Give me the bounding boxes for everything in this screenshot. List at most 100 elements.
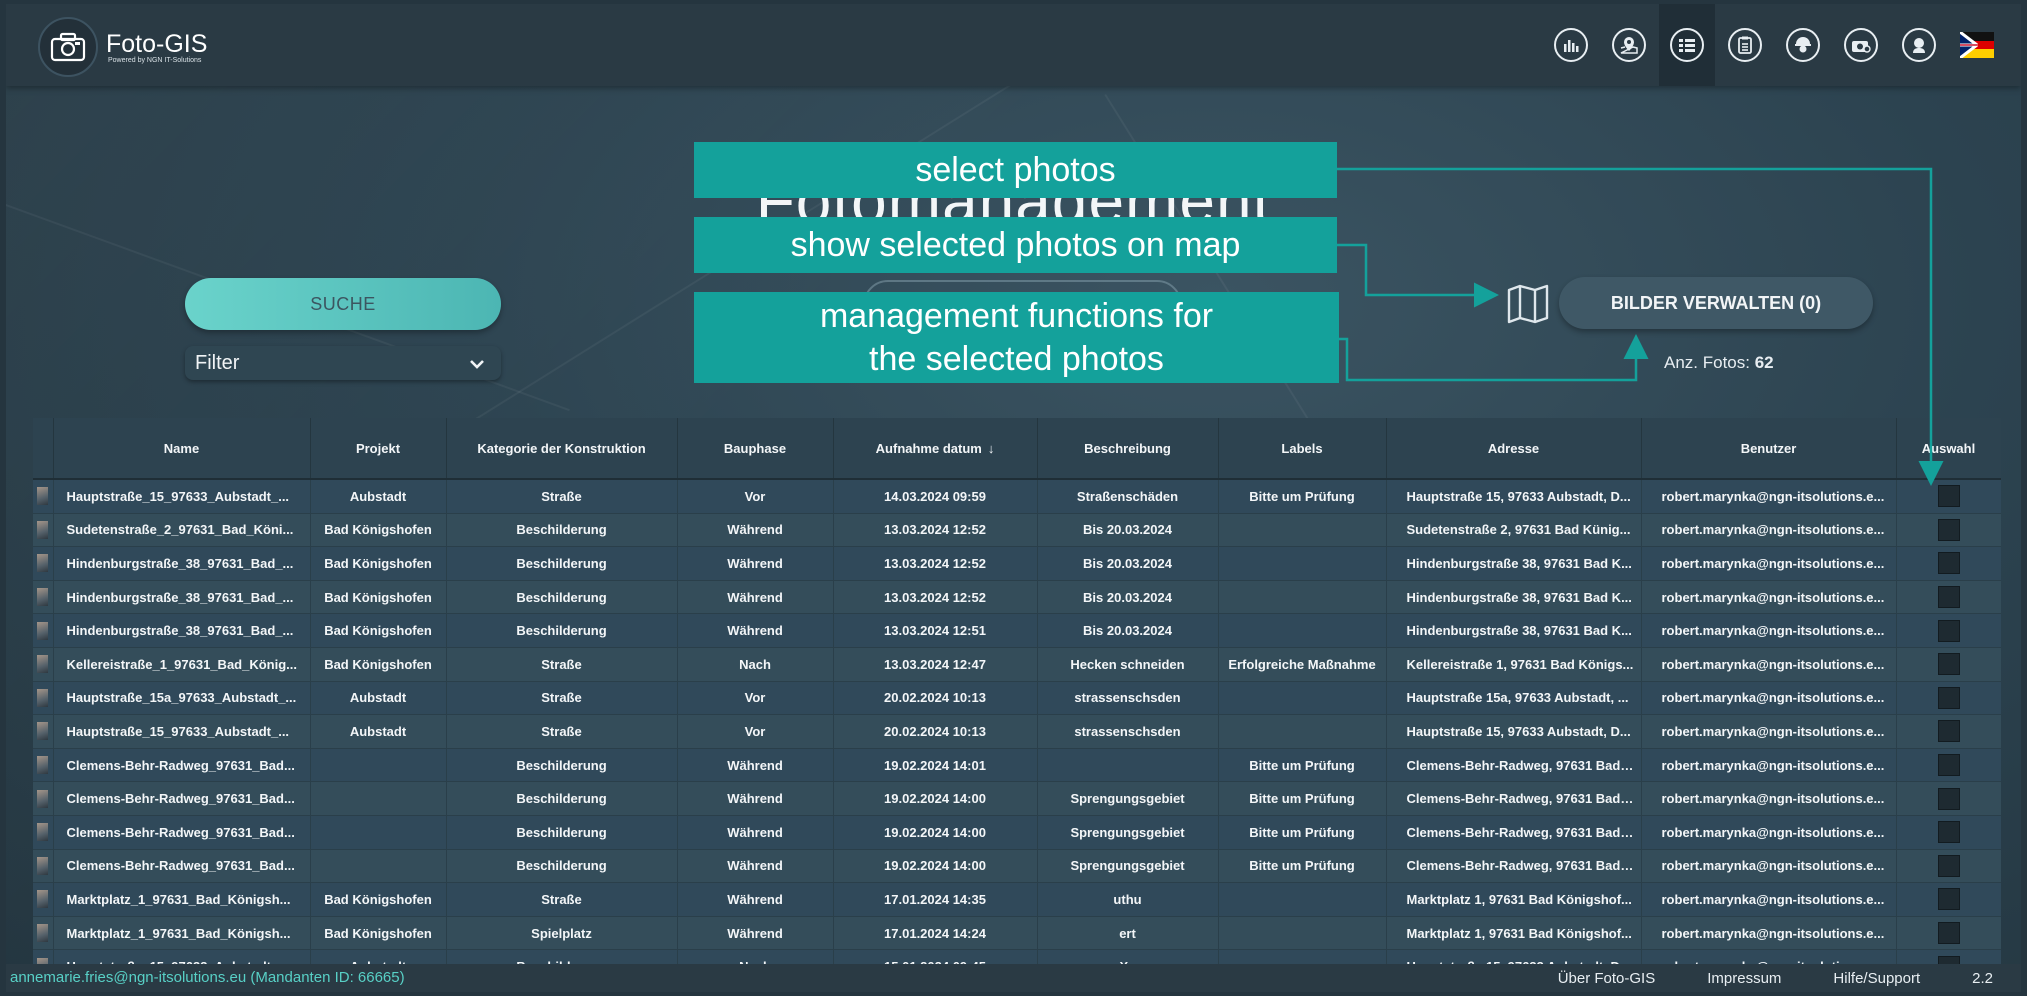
- cell-project: Bad Königshofen: [310, 916, 447, 951]
- select-checkbox[interactable]: [1937, 552, 1960, 575]
- cell-thumbnail[interactable]: [33, 882, 54, 917]
- cell-description: Sprengungsgebiet: [1037, 781, 1219, 816]
- cell-thumbnail[interactable]: [33, 513, 54, 548]
- manage-photos-button[interactable]: BILDER VERWALTEN (0): [1559, 277, 1873, 329]
- cell-thumbnail[interactable]: [33, 479, 54, 514]
- photo-thumbnail[interactable]: [37, 823, 49, 842]
- table-row[interactable]: Hindenburgstraße_38_97631_Bad_... Bad Kön…: [33, 613, 2001, 648]
- column-header-name[interactable]: Name: [53, 418, 311, 480]
- select-checkbox[interactable]: [1937, 888, 1960, 911]
- photo-thumbnail[interactable]: [37, 554, 49, 573]
- table-row[interactable]: Marktplatz_1_97631_Bad_Königsh... Bad Kön…: [33, 916, 2001, 951]
- table-row[interactable]: Clemens-Behr-Radweg_97631_Bad... Beschild…: [33, 849, 2001, 884]
- table-row[interactable]: Hauptstraße_15_97633_Aubstadt_...Aubstad…: [33, 479, 2001, 514]
- column-header-description[interactable]: Beschreibung: [1037, 418, 1219, 480]
- cell-phase: Während: [677, 513, 834, 548]
- select-checkbox[interactable]: [1937, 485, 1960, 508]
- cell-project: Bad Königshofen: [310, 647, 447, 682]
- select-checkbox[interactable]: [1937, 619, 1960, 642]
- cell-labels: [1218, 681, 1387, 716]
- cell-project: Bad Königshofen: [310, 580, 447, 615]
- select-checkbox[interactable]: [1937, 787, 1960, 810]
- select-checkbox[interactable]: [1937, 653, 1960, 676]
- cell-user: robert.marynka@ngn-itsolutions.e...: [1641, 546, 1897, 581]
- photo-thumbnail[interactable]: [37, 688, 49, 707]
- photo-thumbnail[interactable]: [37, 756, 49, 775]
- table-row[interactable]: Hindenburgstraße_38_97631_Bad_... Bad Kön…: [33, 546, 2001, 581]
- nav-reports[interactable]: [1717, 4, 1773, 86]
- cell-thumbnail[interactable]: [33, 613, 54, 648]
- table-row[interactable]: Sudetenstraße_2_97631_Bad_Köni... Bad Kön…: [33, 513, 2001, 548]
- cell-thumbnail[interactable]: [33, 781, 54, 816]
- column-header-category[interactable]: Kategorie der Konstruktion: [446, 418, 678, 480]
- cell-description: Straßenschäden: [1037, 479, 1219, 514]
- cell-category: Beschilderung: [446, 580, 678, 615]
- nav-user-profile[interactable]: [1891, 4, 1947, 86]
- cell-thumbnail[interactable]: [33, 546, 54, 581]
- footer-link-about[interactable]: Über Foto-GIS: [1558, 970, 1656, 987]
- table-row[interactable]: Hauptstraße_15_97633_Aubstadt_...Aubstad…: [33, 714, 2001, 749]
- nav-language[interactable]: [1949, 4, 2005, 86]
- photo-thumbnail[interactable]: [37, 924, 49, 943]
- photo-thumbnail[interactable]: [37, 621, 49, 640]
- cell-name: Hauptstraße_15_97633_Aubstadt_...: [53, 479, 311, 514]
- photo-thumbnail[interactable]: [37, 789, 49, 808]
- cell-labels: Bitte um Prüfung: [1218, 479, 1387, 514]
- select-checkbox[interactable]: [1937, 821, 1960, 844]
- photo-thumbnail[interactable]: [37, 856, 49, 875]
- cell-date: 13.03.2024 12:52: [833, 546, 1038, 581]
- nav-camera-settings[interactable]: [1833, 4, 1889, 86]
- photo-thumbnail[interactable]: [37, 487, 49, 506]
- table-row[interactable]: Hindenburgstraße_38_97631_Bad_... Bad Kön…: [33, 580, 2001, 615]
- cell-user: robert.marynka@ngn-itsolutions.e...: [1641, 916, 1897, 951]
- select-checkbox[interactable]: [1937, 586, 1960, 609]
- photo-thumbnail[interactable]: [37, 520, 49, 539]
- cell-thumbnail[interactable]: [33, 849, 54, 884]
- select-checkbox[interactable]: [1937, 686, 1960, 709]
- cell-thumbnail[interactable]: [33, 647, 54, 682]
- nav-statistics[interactable]: [1543, 4, 1599, 86]
- select-checkbox[interactable]: [1937, 518, 1960, 541]
- select-checkbox[interactable]: [1937, 922, 1960, 945]
- cell-thumbnail[interactable]: [33, 714, 54, 749]
- cell-description: strassenschsden: [1037, 681, 1219, 716]
- nav-photo-management[interactable]: [1659, 4, 1715, 86]
- map-icon[interactable]: [1506, 284, 1550, 329]
- cell-phase: Während: [677, 882, 834, 917]
- photo-thumbnail[interactable]: [37, 722, 49, 741]
- column-header-phase[interactable]: Bauphase: [677, 418, 834, 480]
- table-row[interactable]: Clemens-Behr-Radweg_97631_Bad... Beschild…: [33, 815, 2001, 850]
- select-checkbox[interactable]: [1937, 854, 1960, 877]
- cell-thumbnail[interactable]: [33, 815, 54, 850]
- filter-dropdown[interactable]: Filter: [185, 346, 501, 380]
- column-header-labels[interactable]: Labels: [1218, 418, 1387, 480]
- column-header-project[interactable]: Projekt: [310, 418, 447, 480]
- cell-project: Aubstadt: [310, 681, 447, 716]
- table-row[interactable]: Marktplatz_1_97631_Bad_Königsh... Bad Kön…: [33, 882, 2001, 917]
- cell-thumbnail[interactable]: [33, 580, 54, 615]
- cell-thumbnail[interactable]: [33, 681, 54, 716]
- cell-thumbnail[interactable]: [33, 916, 54, 951]
- column-header-user[interactable]: Benutzer: [1641, 418, 1897, 480]
- table-row[interactable]: Kellereistraße_1_97631_Bad_König... Bad K…: [33, 647, 2001, 682]
- photo-thumbnail[interactable]: [37, 588, 49, 607]
- app-logo[interactable]: Foto-GIS Powered by NGN IT-Solutions: [38, 17, 207, 77]
- select-checkbox[interactable]: [1937, 754, 1960, 777]
- footer-link-help[interactable]: Hilfe/Support: [1833, 970, 1920, 987]
- table-row[interactable]: Clemens-Behr-Radweg_97631_Bad... Beschild…: [33, 748, 2001, 783]
- select-checkbox[interactable]: [1937, 720, 1960, 743]
- cell-thumbnail[interactable]: [33, 748, 54, 783]
- cell-selection: [1896, 513, 2001, 548]
- table-row[interactable]: Hauptstraße_15a_97633_Aubstadt_... Aubsta…: [33, 681, 2001, 716]
- column-header-date[interactable]: Aufnahme datum ↓: [833, 418, 1038, 480]
- photo-thumbnail[interactable]: [37, 655, 49, 674]
- cell-labels: [1218, 882, 1387, 917]
- column-header-address[interactable]: Adresse: [1386, 418, 1642, 480]
- nav-map[interactable]: [1601, 4, 1657, 86]
- photo-thumbnail[interactable]: [37, 890, 49, 909]
- search-button[interactable]: SUCHE: [185, 278, 501, 330]
- filter-label: Filter: [195, 351, 240, 374]
- footer-link-imprint[interactable]: Impressum: [1707, 970, 1781, 987]
- nav-workers[interactable]: [1775, 4, 1831, 86]
- table-row[interactable]: Clemens-Behr-Radweg_97631_Bad... Beschild…: [33, 781, 2001, 816]
